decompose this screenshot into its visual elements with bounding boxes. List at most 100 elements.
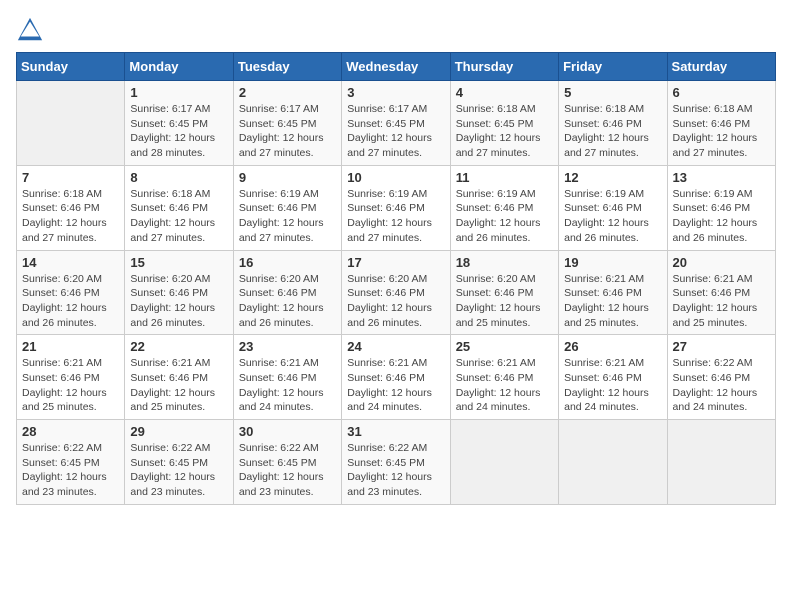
day-number: 7 (22, 170, 119, 185)
header-day-friday: Friday (559, 53, 667, 81)
day-info: Sunrise: 6:17 AMSunset: 6:45 PMDaylight:… (347, 102, 444, 161)
day-info: Sunrise: 6:19 AMSunset: 6:46 PMDaylight:… (456, 187, 553, 246)
calendar-cell: 24Sunrise: 6:21 AMSunset: 6:46 PMDayligh… (342, 335, 450, 420)
day-number: 29 (130, 424, 227, 439)
calendar-cell: 1 Sunrise: 6:17 AMSunset: 6:45 PMDaylight… (125, 81, 233, 166)
day-number: 31 (347, 424, 444, 439)
day-number: 23 (239, 339, 336, 354)
calendar-cell (450, 420, 558, 505)
day-number: 21 (22, 339, 119, 354)
header-day-saturday: Saturday (667, 53, 775, 81)
day-info: Sunrise: 6:22 AMSunset: 6:45 PMDaylight:… (130, 441, 227, 500)
day-number: 27 (673, 339, 770, 354)
day-info: Sunrise: 6:22 AMSunset: 6:45 PMDaylight:… (347, 441, 444, 500)
calendar-cell: 25 Sunrise: 6:21 AMSunset: 6:46 PMDayligh… (450, 335, 558, 420)
calendar-cell: 9 Sunrise: 6:19 AMSunset: 6:46 PMDaylight… (233, 165, 341, 250)
header-row: SundayMondayTuesdayWednesdayThursdayFrid… (17, 53, 776, 81)
day-info: Sunrise: 6:18 AMSunset: 6:46 PMDaylight:… (564, 102, 661, 161)
day-number: 20 (673, 255, 770, 270)
day-number: 22 (130, 339, 227, 354)
header-day-wednesday: Wednesday (342, 53, 450, 81)
calendar-cell: 20 Sunrise: 6:21 AMSunset: 6:46 PMDayligh… (667, 250, 775, 335)
calendar-cell (559, 420, 667, 505)
day-info: Sunrise: 6:21 AMSunset: 6:46 PMDaylight:… (22, 356, 119, 415)
day-number: 17 (347, 255, 444, 270)
day-info: Sunrise: 6:21 AMSunset: 6:46 PMDaylight:… (456, 356, 553, 415)
day-number: 25 (456, 339, 553, 354)
day-number: 3 (347, 85, 444, 100)
day-info: Sunrise: 6:18 AMSunset: 6:46 PMDaylight:… (22, 187, 119, 246)
day-info: Sunrise: 6:20 AMSunset: 6:46 PMDaylight:… (347, 272, 444, 331)
day-number: 4 (456, 85, 553, 100)
day-number: 10 (347, 170, 444, 185)
week-row-1: 1 Sunrise: 6:17 AMSunset: 6:45 PMDaylight… (17, 81, 776, 166)
page-header (16, 16, 776, 44)
day-number: 13 (673, 170, 770, 185)
day-info: Sunrise: 6:19 AMSunset: 6:46 PMDaylight:… (564, 187, 661, 246)
calendar-cell: 28Sunrise: 6:22 AMSunset: 6:45 PMDayligh… (17, 420, 125, 505)
day-number: 30 (239, 424, 336, 439)
header-day-monday: Monday (125, 53, 233, 81)
day-info: Sunrise: 6:21 AMSunset: 6:46 PMDaylight:… (130, 356, 227, 415)
day-info: Sunrise: 6:18 AMSunset: 6:45 PMDaylight:… (456, 102, 553, 161)
day-info: Sunrise: 6:19 AMSunset: 6:46 PMDaylight:… (239, 187, 336, 246)
day-number: 11 (456, 170, 553, 185)
day-number: 2 (239, 85, 336, 100)
header-day-thursday: Thursday (450, 53, 558, 81)
calendar-cell: 16Sunrise: 6:20 AMSunset: 6:46 PMDayligh… (233, 250, 341, 335)
calendar-table: SundayMondayTuesdayWednesdayThursdayFrid… (16, 52, 776, 505)
day-info: Sunrise: 6:18 AMSunset: 6:46 PMDaylight:… (130, 187, 227, 246)
day-number: 12 (564, 170, 661, 185)
day-info: Sunrise: 6:21 AMSunset: 6:46 PMDaylight:… (564, 356, 661, 415)
day-info: Sunrise: 6:21 AMSunset: 6:46 PMDaylight:… (564, 272, 661, 331)
calendar-cell: 3 Sunrise: 6:17 AMSunset: 6:45 PMDaylight… (342, 81, 450, 166)
calendar-cell: 30 Sunrise: 6:22 AMSunset: 6:45 PMDayligh… (233, 420, 341, 505)
logo (16, 16, 48, 44)
day-number: 8 (130, 170, 227, 185)
calendar-cell: 29 Sunrise: 6:22 AMSunset: 6:45 PMDayligh… (125, 420, 233, 505)
day-info: Sunrise: 6:22 AMSunset: 6:46 PMDaylight:… (673, 356, 770, 415)
day-info: Sunrise: 6:18 AMSunset: 6:46 PMDaylight:… (673, 102, 770, 161)
day-info: Sunrise: 6:20 AMSunset: 6:46 PMDaylight:… (456, 272, 553, 331)
calendar-cell: 27 Sunrise: 6:22 AMSunset: 6:46 PMDayligh… (667, 335, 775, 420)
day-number: 9 (239, 170, 336, 185)
calendar-cell: 14 Sunrise: 6:20 AMSunset: 6:46 PMDayligh… (17, 250, 125, 335)
day-number: 14 (22, 255, 119, 270)
day-info: Sunrise: 6:20 AMSunset: 6:46 PMDaylight:… (22, 272, 119, 331)
calendar-cell: 17 Sunrise: 6:20 AMSunset: 6:46 PMDayligh… (342, 250, 450, 335)
header-day-sunday: Sunday (17, 53, 125, 81)
logo-icon (16, 16, 44, 44)
day-info: Sunrise: 6:21 AMSunset: 6:46 PMDaylight:… (347, 356, 444, 415)
day-number: 19 (564, 255, 661, 270)
day-number: 26 (564, 339, 661, 354)
calendar-cell: 10 Sunrise: 6:19 AMSunset: 6:46 PMDayligh… (342, 165, 450, 250)
calendar-cell: 5Sunrise: 6:18 AMSunset: 6:46 PMDaylight… (559, 81, 667, 166)
calendar-cell: 2 Sunrise: 6:17 AMSunset: 6:45 PMDaylight… (233, 81, 341, 166)
day-info: Sunrise: 6:17 AMSunset: 6:45 PMDaylight:… (239, 102, 336, 161)
week-row-4: 21 Sunrise: 6:21 AMSunset: 6:46 PMDayligh… (17, 335, 776, 420)
day-info: Sunrise: 6:19 AMSunset: 6:46 PMDaylight:… (347, 187, 444, 246)
calendar-cell: 11 Sunrise: 6:19 AMSunset: 6:46 PMDayligh… (450, 165, 558, 250)
day-info: Sunrise: 6:21 AMSunset: 6:46 PMDaylight:… (673, 272, 770, 331)
calendar-cell: 7 Sunrise: 6:18 AMSunset: 6:46 PMDaylight… (17, 165, 125, 250)
calendar-cell: 4 Sunrise: 6:18 AMSunset: 6:45 PMDaylight… (450, 81, 558, 166)
week-row-5: 28 Sunrise: 6:22 AMSunset: 6:45 PMDayligh… (17, 420, 776, 505)
calendar-cell: 6 Sunrise: 6:18 AMSunset: 6:46 PMDaylight… (667, 81, 775, 166)
week-row-2: 7 Sunrise: 6:18 AMSunset: 6:46 PMDaylight… (17, 165, 776, 250)
day-info: Sunrise: 6:22 AMSunset: 6:45 PMDaylight:… (239, 441, 336, 500)
calendar-cell (17, 81, 125, 166)
calendar-cell: 12 Sunrise: 6:19 AMSunset: 6:46 PMDayligh… (559, 165, 667, 250)
calendar-cell (667, 420, 775, 505)
day-info: Sunrise: 6:19 AMSunset: 6:46 PMDaylight:… (673, 187, 770, 246)
day-number: 1 (130, 85, 227, 100)
calendar-cell: 19 Sunrise: 6:21 AMSunset: 6:46 PMDayligh… (559, 250, 667, 335)
day-info: Sunrise: 6:21 AMSunset: 6:46 PMDaylight:… (239, 356, 336, 415)
header-day-tuesday: Tuesday (233, 53, 341, 81)
day-number: 6 (673, 85, 770, 100)
calendar-cell: 21 Sunrise: 6:21 AMSunset: 6:46 PMDayligh… (17, 335, 125, 420)
day-number: 28 (22, 424, 119, 439)
day-info: Sunrise: 6:17 AMSunset: 6:45 PMDaylight:… (130, 102, 227, 161)
day-info: Sunrise: 6:20 AMSunset: 6:46 PMDaylight:… (130, 272, 227, 331)
calendar-body: 1 Sunrise: 6:17 AMSunset: 6:45 PMDaylight… (17, 81, 776, 505)
calendar-cell: 8 Sunrise: 6:18 AMSunset: 6:46 PMDaylight… (125, 165, 233, 250)
